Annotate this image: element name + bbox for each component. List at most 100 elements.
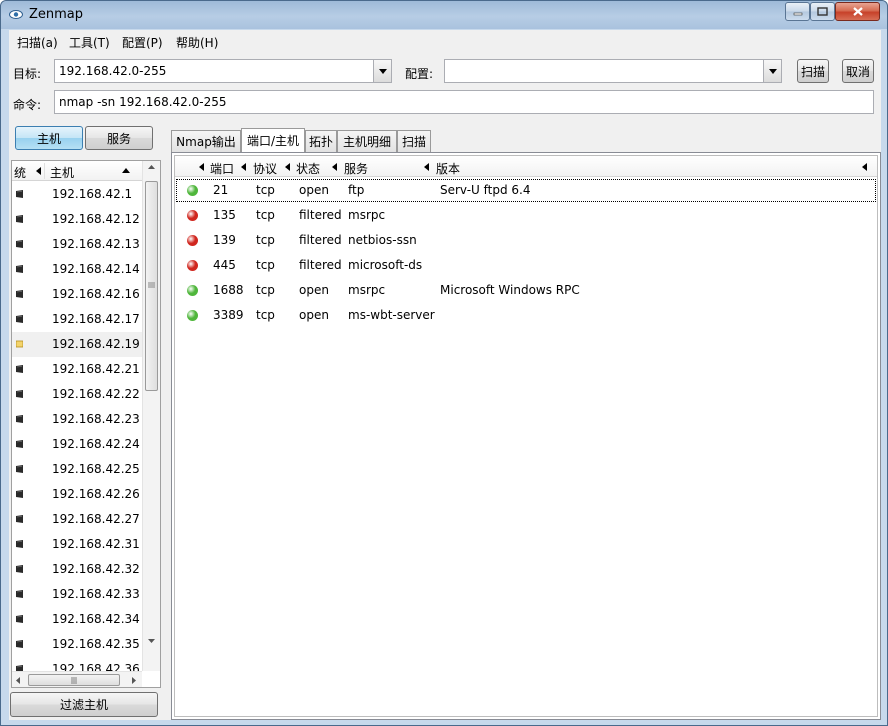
- close-icon: [852, 7, 863, 16]
- host-row[interactable]: 192.168.42.12: [12, 207, 142, 232]
- port-version: Microsoft Windows RPC: [440, 283, 580, 297]
- port-column-header[interactable]: 端口: [210, 160, 234, 177]
- os-windows-icon: [16, 365, 23, 373]
- host-list-header: 统 主机: [12, 161, 142, 181]
- host-row[interactable]: 192.168.42.14: [12, 257, 142, 282]
- host-column-header[interactable]: 主机: [50, 164, 74, 181]
- target-value: 192.168.42.0-255: [59, 64, 167, 78]
- host-row[interactable]: 192.168.42.22: [12, 382, 142, 407]
- vertical-scroll-thumb[interactable]: [145, 181, 158, 391]
- port-protocol: tcp: [256, 258, 275, 272]
- target-combo[interactable]: 192.168.42.0-255: [54, 59, 392, 83]
- tab-topology[interactable]: 拓扑: [305, 130, 337, 152]
- status-filtered-icon: [187, 235, 198, 246]
- host-row[interactable]: 192.168.42.25: [12, 457, 142, 482]
- grip-icon: [71, 677, 77, 684]
- port-row[interactable]: 21 tcp open ftp Serv-U ftpd 6.4: [175, 178, 877, 203]
- host-ip: 192.168.42.19: [52, 337, 140, 351]
- profile-combo[interactable]: [444, 59, 782, 83]
- port-row[interactable]: 135 tcp filtered msrpc: [175, 203, 877, 228]
- service-column-header[interactable]: 服务: [344, 160, 368, 177]
- status-open-icon: [187, 185, 198, 196]
- os-windows-icon: [16, 290, 23, 298]
- menu-scan[interactable]: 扫描(a): [17, 34, 58, 51]
- scroll-up-icon[interactable]: [148, 165, 155, 169]
- host-ip: 192.168.42.23: [52, 412, 140, 426]
- port-protocol: tcp: [256, 308, 275, 322]
- status-open-icon: [187, 285, 198, 296]
- hosts-toggle-button[interactable]: 主机: [15, 126, 83, 150]
- port-state: filtered: [299, 208, 342, 222]
- host-row[interactable]: 192.168.42.19: [12, 332, 142, 357]
- scroll-left-icon[interactable]: [16, 677, 20, 684]
- menu-tools[interactable]: 工具(T): [69, 34, 110, 51]
- version-column-header[interactable]: 版本: [436, 160, 460, 177]
- host-row[interactable]: 192.168.42.27: [12, 507, 142, 532]
- host-ip: 192.168.42.13: [52, 237, 140, 251]
- tab-scans[interactable]: 扫描: [397, 130, 431, 152]
- zenmap-window: Zenmap 扫描(a) 工具(T) 配置(P) 帮助(H) 目标: 192.1…: [0, 0, 888, 726]
- host-list-vertical-scrollbar[interactable]: [142, 161, 160, 671]
- host-row[interactable]: 192.168.42.13: [12, 232, 142, 257]
- host-row[interactable]: 192.168.42.16: [12, 282, 142, 307]
- title-bar[interactable]: Zenmap: [1, 1, 887, 29]
- host-row[interactable]: 192.168.42.34: [12, 607, 142, 632]
- sort-left-icon: [199, 163, 204, 171]
- cancel-button[interactable]: 取消: [842, 59, 874, 83]
- scan-button[interactable]: 扫描: [797, 59, 829, 83]
- port-service: netbios-ssn: [348, 233, 417, 247]
- tab-ports-hosts[interactable]: 端口/主机: [241, 128, 305, 152]
- tab-host-details[interactable]: 主机明细: [337, 130, 397, 152]
- target-dropdown-button[interactable]: [373, 60, 391, 82]
- host-ip: 192.168.42.32: [52, 562, 140, 576]
- port-number: 135: [213, 208, 236, 222]
- host-row[interactable]: 192.168.42.35: [12, 632, 142, 657]
- services-toggle-button[interactable]: 服务: [85, 126, 153, 150]
- port-number: 21: [213, 183, 229, 197]
- minimize-button[interactable]: [785, 2, 810, 21]
- scroll-down-icon[interactable]: [148, 639, 155, 643]
- command-input[interactable]: nmap -sn 192.168.42.0-255: [54, 90, 874, 114]
- target-label: 目标:: [13, 67, 42, 81]
- protocol-column-header[interactable]: 协议: [253, 160, 277, 177]
- host-row[interactable]: 192.168.42.1: [12, 182, 142, 207]
- filter-hosts-button[interactable]: 过滤主机: [10, 692, 158, 717]
- state-column-header[interactable]: 状态: [296, 160, 320, 177]
- port-state: filtered: [299, 233, 342, 247]
- os-windows-icon: [16, 190, 23, 198]
- maximize-button[interactable]: [810, 2, 835, 21]
- scroll-right-icon[interactable]: [132, 677, 136, 684]
- close-button[interactable]: [835, 2, 880, 21]
- port-state: open: [299, 308, 329, 322]
- horizontal-scroll-thumb[interactable]: [28, 674, 120, 686]
- menu-profile[interactable]: 配置(P): [122, 34, 163, 51]
- port-row[interactable]: 139 tcp filtered netbios-ssn: [175, 228, 877, 253]
- menu-help[interactable]: 帮助(H): [176, 34, 218, 51]
- host-ip: 192.168.42.31: [52, 537, 140, 551]
- host-row[interactable]: 192.168.42.31: [12, 532, 142, 557]
- host-ip: 192.168.42.16: [52, 287, 140, 301]
- host-row[interactable]: 192.168.42.23: [12, 407, 142, 432]
- host-row[interactable]: 192.168.42.24: [12, 432, 142, 457]
- port-row[interactable]: 1688 tcp open msrpc Microsoft Windows RPC: [175, 278, 877, 303]
- port-row[interactable]: 3389 tcp open ms-wbt-server: [175, 303, 877, 328]
- host-ip: 192.168.42.27: [52, 512, 140, 526]
- port-number: 1688: [213, 283, 244, 297]
- host-row[interactable]: 192.168.42.33: [12, 582, 142, 607]
- sort-left-icon: [285, 163, 290, 171]
- os-windows-icon: [16, 240, 23, 248]
- port-row[interactable]: 445 tcp filtered microsoft-ds: [175, 253, 877, 278]
- profile-dropdown-button[interactable]: [763, 60, 781, 82]
- host-row[interactable]: 192.168.42.32: [12, 557, 142, 582]
- host-row[interactable]: 192.168.42.26: [12, 482, 142, 507]
- port-version: Serv-U ftpd 6.4: [440, 183, 531, 197]
- port-service: msrpc: [348, 283, 386, 297]
- port-state: open: [299, 183, 329, 197]
- os-windows-icon: [16, 590, 23, 598]
- host-list-horizontal-scrollbar[interactable]: [12, 671, 142, 687]
- os-column-header[interactable]: 统: [14, 164, 38, 181]
- host-ip: 192.168.42.22: [52, 387, 140, 401]
- host-row[interactable]: 192.168.42.21: [12, 357, 142, 382]
- tab-nmap-output[interactable]: Nmap输出: [171, 130, 241, 152]
- host-row[interactable]: 192.168.42.17: [12, 307, 142, 332]
